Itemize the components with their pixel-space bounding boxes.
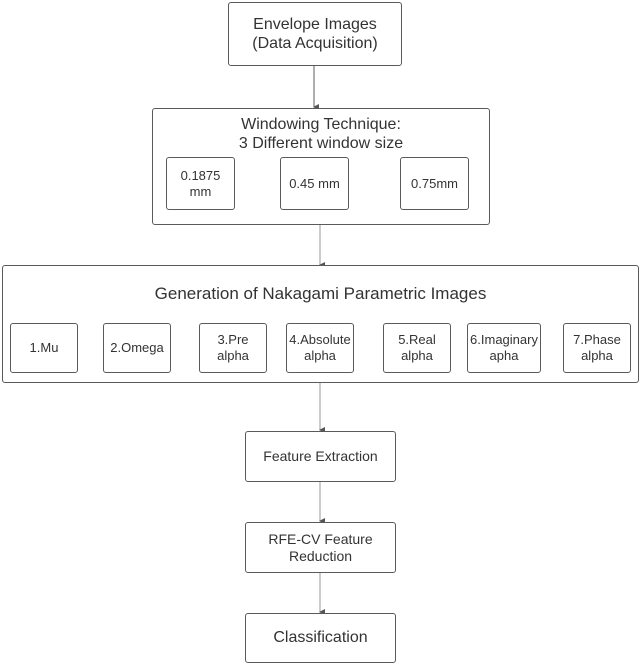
nakagami-param-node: 6.Imaginary apha xyxy=(467,323,541,373)
window-size-label: 0.45 mm xyxy=(289,175,340,191)
feature-extraction-label: Feature Extraction xyxy=(263,448,378,465)
nakagami-param-label: 4.Absolute alpha xyxy=(289,332,351,363)
windowing-technique-title: Windowing Technique: 3 Different window … xyxy=(238,116,404,153)
envelope-images-node: Envelope Images (Data Acquisition) xyxy=(228,2,402,66)
window-size-label: 0.75mm xyxy=(411,175,458,191)
nakagami-param-label: 2.Omega xyxy=(110,340,164,356)
window-size-node: 0.45 mm xyxy=(280,157,349,210)
window-size-node: 0.75mm xyxy=(400,157,469,210)
feature-reduction-node: RFE-CV Feature Reduction xyxy=(245,522,396,573)
envelope-images-label: Envelope Images (Data Acquisition) xyxy=(252,15,378,52)
nakagami-param-label: 3.Pre alpha xyxy=(217,332,249,363)
feature-reduction-label: RFE-CV Feature Reduction xyxy=(268,530,373,564)
nakagami-param-node: 7.Phase alpha xyxy=(563,323,631,373)
feature-extraction-node: Feature Extraction xyxy=(245,431,396,482)
window-size-node: 0.1875 mm xyxy=(166,157,235,210)
classification-node: Classification xyxy=(245,613,396,663)
nakagami-param-node: 4.Absolute alpha xyxy=(286,323,354,373)
window-size-label: 0.1875 mm xyxy=(180,167,221,199)
nakagami-param-label: 1.Mu xyxy=(29,340,59,356)
nakagami-param-label: 7.Phase alpha xyxy=(573,332,621,363)
nakagami-param-label: 5.Real alpha xyxy=(398,332,436,363)
nakagami-param-node: 3.Pre alpha xyxy=(199,323,267,373)
nakagami-group-title: Generation of Nakagami Parametric Images xyxy=(154,284,487,303)
nakagami-param-label: 6.Imaginary apha xyxy=(470,332,538,363)
classification-label: Classification xyxy=(273,629,368,647)
nakagami-param-node: 2.Omega xyxy=(103,323,171,373)
nakagami-param-node: 1.Mu xyxy=(10,323,78,373)
nakagami-param-node: 5.Real alpha xyxy=(383,323,451,373)
